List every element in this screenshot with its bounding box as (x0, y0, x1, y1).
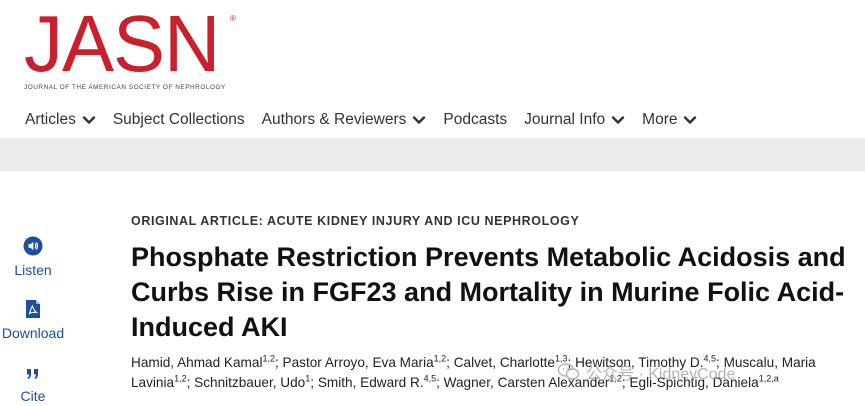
author-link[interactable]: Hamid, Ahmad Kamal1,2 (131, 353, 275, 370)
nav-item-label: Authors & Reviewers (261, 111, 407, 128)
nav-item-authors-reviewers[interactable]: Authors & Reviewers (262, 111, 427, 129)
author-link[interactable]: Pastor Arroyo, Eva Maria1,2 (282, 353, 447, 370)
watermark: 公众号 · KidneyCode (558, 360, 735, 384)
chevron-down-icon (82, 116, 96, 124)
nav-item-label: Articles (25, 111, 76, 128)
nav-item-more[interactable]: More (642, 111, 697, 129)
quote-icon (27, 369, 38, 379)
author-name: Calvet, Charlotte (453, 355, 555, 370)
registered-mark: ® (230, 14, 236, 23)
nav-item-label: Podcasts (443, 111, 508, 128)
watermark-text: 公众号 · KidneyCode (586, 366, 736, 383)
nav-item-podcasts[interactable]: Podcasts (443, 111, 507, 129)
cite-button[interactable]: Cite (0, 366, 68, 404)
search-band (0, 138, 865, 171)
author-affiliation: 4,5 (423, 373, 437, 384)
author-list: Hamid, Ahmad Kamal1,2; Pastor Arroyo, Ev… (131, 353, 816, 390)
author-link[interactable]: Calvet, Charlotte1,3 (453, 354, 568, 370)
nav-item-articles[interactable]: Articles (25, 111, 96, 129)
author-name: Hamid, Ahmad Kamal (131, 355, 263, 370)
nav-item-subject-collections[interactable]: Subject Collections (113, 111, 245, 129)
author-affiliation: 1,2 (262, 353, 275, 364)
cite-label: Cite (20, 388, 46, 404)
logo-wordmark: JASN (24, 0, 220, 89)
author-affiliation: 1,2 (174, 373, 187, 384)
listen-label: Listen (14, 262, 52, 278)
nav-item-label: More (642, 111, 678, 128)
chevron-down-icon (611, 116, 625, 124)
author-affiliation: 1 (305, 373, 311, 384)
pdf-icon (26, 300, 40, 318)
article-category[interactable]: ORIGINAL ARTICLE: ACUTE KIDNEY INJURY AN… (131, 214, 579, 228)
listen-button[interactable]: Listen (0, 236, 68, 278)
author-name: Pastor Arroyo, Eva Maria (282, 355, 434, 370)
jasn-logo[interactable]: JASN ® JOURNAL OF THE AMERICAN SOCIETY O… (24, 0, 236, 91)
chevron-down-icon (413, 116, 426, 124)
nav-item-journal-info[interactable]: Journal Info (524, 111, 625, 129)
author-name: Schnitzbauer, Udo (194, 375, 306, 390)
author-affiliation: 1,2,a (758, 373, 779, 384)
speaker-icon (23, 236, 43, 256)
download-button[interactable]: Download (0, 299, 68, 341)
wechat-icon (558, 363, 580, 380)
article-title: Phosphate Restriction Prevents Metabolic… (131, 242, 846, 342)
author-link[interactable]: Smith, Edward R.4,5 (317, 373, 437, 390)
nav-item-label: Subject Collections (112, 111, 245, 128)
download-label: Download (1, 325, 65, 341)
author-link[interactable]: Schnitzbauer, Udo1 (194, 373, 311, 390)
nav-item-label: Journal Info (524, 111, 606, 128)
author-affiliation: 1,2 (433, 353, 447, 364)
chevron-down-icon (684, 116, 697, 124)
author-name: Smith, Edward R. (317, 375, 424, 390)
main-nav: Articles Subject Collections Authors & R… (25, 108, 714, 132)
